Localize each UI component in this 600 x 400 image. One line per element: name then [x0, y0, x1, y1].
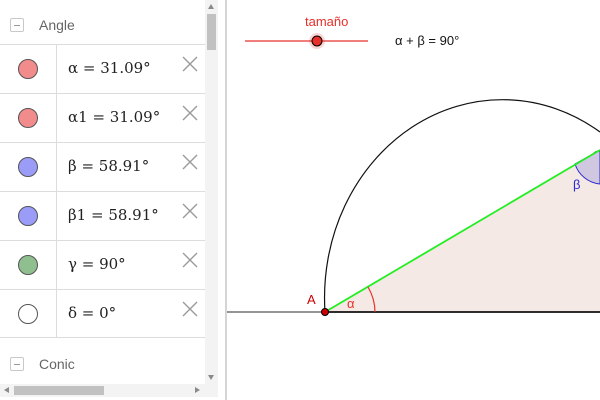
algebra-view: Angle α = 31.09° α1 = 31.09° β = 58.91° …: [0, 0, 220, 400]
visibility-marble-icon[interactable]: [18, 206, 38, 226]
group-header-conic[interactable]: Conic: [0, 344, 205, 384]
algebra-formula[interactable]: α1 = 31.09°: [68, 108, 160, 126]
angle-beta-label[interactable]: β: [573, 177, 580, 192]
scroll-left-arrow-icon[interactable]: [4, 387, 9, 393]
delete-icon[interactable]: [180, 103, 200, 123]
visibility-marble-icon[interactable]: [18, 157, 38, 177]
slider-label: tamaño: [305, 14, 348, 29]
scroll-thumb[interactable]: [207, 14, 216, 50]
scroll-right-arrow-icon[interactable]: [195, 387, 200, 393]
algebra-formula[interactable]: α = 31.09°: [68, 59, 151, 77]
slider-handle[interactable]: [311, 35, 323, 47]
scroll-down-arrow-icon[interactable]: [208, 375, 214, 380]
collapse-toggle-icon[interactable]: [10, 357, 24, 371]
visibility-marble-icon[interactable]: [18, 255, 38, 275]
algebra-formula[interactable]: δ = 0°: [68, 304, 116, 322]
group-label: Conic: [39, 356, 75, 372]
visibility-marble-icon[interactable]: [18, 59, 38, 79]
delete-icon[interactable]: [180, 54, 200, 74]
algebra-row[interactable]: β = 58.91°: [0, 142, 205, 191]
delete-icon[interactable]: [180, 250, 200, 270]
algebra-row[interactable]: δ = 0°: [0, 289, 205, 338]
collapse-toggle-icon[interactable]: [10, 18, 24, 32]
algebra-formula[interactable]: β1 = 58.91°: [68, 206, 159, 224]
algebra-row[interactable]: α = 31.09°: [0, 44, 205, 93]
algebra-formula[interactable]: β = 58.91°: [68, 157, 149, 175]
visibility-marble-icon[interactable]: [18, 304, 38, 324]
visibility-marble-icon[interactable]: [18, 108, 38, 128]
graphics-view[interactable]: α β A tamaño α + β = 90°: [227, 0, 600, 400]
equation-text[interactable]: α + β = 90°: [395, 33, 459, 48]
algebra-formula[interactable]: γ = 90°: [68, 255, 126, 273]
group-header-angle[interactable]: Angle: [0, 5, 205, 45]
delete-icon[interactable]: [180, 152, 200, 172]
point-a[interactable]: [321, 308, 329, 316]
delete-icon[interactable]: [180, 299, 200, 319]
algebra-row[interactable]: α1 = 31.09°: [0, 93, 205, 142]
point-a-label[interactable]: A: [307, 292, 316, 307]
scroll-up-arrow-icon[interactable]: [208, 4, 214, 9]
group-label: Angle: [39, 17, 75, 33]
delete-icon[interactable]: [180, 201, 200, 221]
angle-alpha-label[interactable]: α: [347, 296, 355, 311]
graphics-canvas[interactable]: α β A tamaño α + β = 90°: [227, 0, 600, 400]
horizontal-scrollbar[interactable]: [0, 384, 218, 397]
scroll-thumb[interactable]: [14, 386, 104, 395]
algebra-row[interactable]: β1 = 58.91°: [0, 191, 205, 240]
vertical-scrollbar[interactable]: [205, 0, 218, 384]
algebra-row[interactable]: γ = 90°: [0, 240, 205, 289]
